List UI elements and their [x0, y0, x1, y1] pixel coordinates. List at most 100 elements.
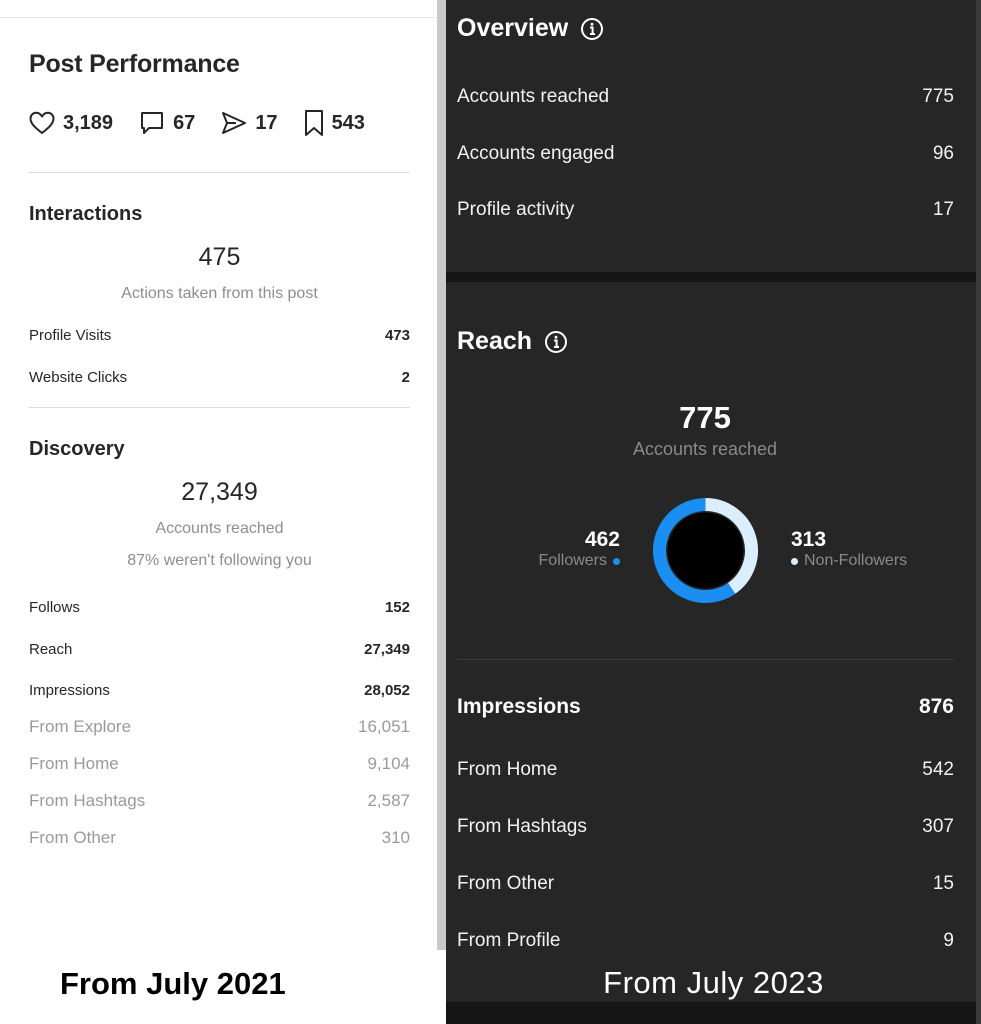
comments-count: 67 — [173, 111, 196, 134]
reach-total-block: 775 Accounts reached — [446, 400, 964, 460]
row-value: 28,052 — [364, 681, 410, 699]
follows-row: Follows 152 — [29, 596, 410, 618]
accounts-reached-row[interactable]: Accounts reached 775 — [457, 84, 954, 110]
followers-label: Followers — [538, 552, 607, 569]
row-label: From Explore — [29, 717, 132, 736]
from-hashtags-row: From Hashtags 2,587 — [29, 790, 410, 812]
top-divider — [0, 17, 440, 18]
non-followers-value: 313 — [791, 528, 827, 551]
info-icon[interactable] — [544, 330, 568, 354]
row-value: 473 — [384, 326, 410, 344]
row-label: Impressions — [457, 695, 581, 718]
likes-count: 3,189 — [63, 111, 114, 134]
divider — [29, 172, 410, 173]
info-icon[interactable] — [580, 17, 604, 41]
from-profile-row: From Profile 9 — [457, 928, 954, 954]
from-other-row: From Other 310 — [29, 827, 410, 849]
from-home-row: From Home 542 — [457, 757, 954, 783]
comments-stat: 67 — [139, 110, 195, 136]
row-label: Follows — [29, 598, 80, 616]
row-value: 2 — [401, 368, 410, 386]
post-performance-title: Post Performance — [29, 50, 240, 78]
row-label: Website Clicks — [29, 368, 128, 386]
row-value: 876 — [918, 695, 954, 718]
insights-2023-panel: Overview Accounts reached 775 Accounts e… — [446, 0, 981, 1024]
send-icon — [222, 112, 247, 134]
section-gap — [446, 272, 981, 282]
row-value: 17 — [932, 199, 954, 220]
donut-svg — [653, 498, 758, 603]
divider — [457, 659, 954, 660]
row-label: From Other — [457, 873, 555, 894]
profile-activity-row[interactable]: Profile activity 17 — [457, 197, 954, 223]
discovery-subtitle: Accounts reached — [155, 520, 284, 537]
followers-dot — [613, 557, 620, 565]
comment-icon — [141, 112, 164, 134]
non-followers-legend: 313 Non-Followers — [791, 528, 907, 570]
post-stats-row: 3,189 67 17 543 — [29, 108, 391, 138]
row-label: From Hashtags — [29, 791, 146, 810]
row-label: Accounts engaged — [457, 143, 615, 164]
divider — [29, 407, 410, 408]
row-value: 96 — [932, 143, 954, 164]
reach-heading: Reach — [457, 327, 568, 356]
row-value: 775 — [922, 86, 954, 107]
row-label: From Home — [457, 759, 558, 780]
donut-center — [667, 512, 744, 589]
row-label: From Hashtags — [457, 816, 587, 837]
discovery-heading: Discovery — [29, 438, 125, 460]
reach-donut-chart — [652, 497, 759, 604]
row-value: 9,104 — [367, 754, 410, 773]
interactions-heading: Interactions — [29, 203, 143, 225]
heart-icon — [29, 111, 55, 134]
likes-stat: 3,189 — [29, 111, 113, 135]
accounts-engaged-row[interactable]: Accounts engaged 96 — [457, 141, 954, 167]
shares-count: 17 — [255, 111, 278, 134]
row-value: 9 — [943, 930, 954, 951]
insights-2021-panel: Post Performance 3,189 67 17 543 Interac… — [0, 0, 446, 1024]
non-follower-note: 87% weren't following you — [127, 552, 312, 569]
overview-title: Overview — [457, 14, 569, 42]
row-value: 27,349 — [364, 640, 410, 658]
section-gap — [446, 1002, 981, 1024]
impressions-row[interactable]: Impressions 876 — [457, 694, 954, 720]
saves-stat: 543 — [304, 109, 365, 137]
caption-2021: From July 2021 — [60, 966, 286, 1001]
row-value: 2,587 — [367, 791, 410, 810]
followers-legend: 462 Followers — [534, 528, 620, 570]
row-label: Accounts reached — [457, 86, 610, 107]
row-value: 15 — [932, 873, 954, 894]
row-value: 307 — [922, 816, 954, 837]
shares-stat: 17 — [221, 111, 278, 135]
non-followers-label: Non-Followers — [804, 552, 908, 569]
interactions-subtitle: Actions taken from this post — [121, 285, 318, 302]
row-value: 310 — [381, 828, 410, 847]
website-clicks-row: Website Clicks 2 — [29, 366, 410, 388]
row-label: From Profile — [457, 930, 561, 951]
discovery-total: 27,349 — [181, 478, 258, 506]
from-home-row: From Home 9,104 — [29, 753, 410, 775]
followers-label-row: Followers — [534, 552, 620, 570]
non-followers-label-row: Non-Followers — [791, 552, 907, 570]
from-hashtags-row: From Hashtags 307 — [457, 814, 954, 840]
saves-count: 543 — [331, 111, 365, 134]
row-label: Impressions — [29, 681, 110, 699]
overview-heading: Overview — [457, 14, 604, 43]
reach-total: 775 — [679, 400, 731, 435]
row-value: 16,051 — [358, 717, 410, 736]
row-label: Profile activity — [457, 199, 575, 220]
row-value: 152 — [384, 598, 410, 616]
from-other-row: From Other 15 — [457, 871, 954, 897]
impressions-row: Impressions 28,052 — [29, 679, 410, 701]
panel-edge — [437, 0, 446, 950]
caption-2023: From July 2023 — [603, 965, 824, 1000]
scrollbar[interactable] — [976, 0, 981, 1024]
followers-value: 462 — [584, 528, 620, 551]
row-value: 542 — [922, 759, 954, 780]
interactions-total: 475 — [198, 243, 241, 271]
row-label: From Other — [29, 828, 116, 847]
reach-subtitle: Accounts reached — [632, 439, 778, 459]
from-explore-row: From Explore 16,051 — [29, 716, 410, 738]
bookmark-icon — [304, 110, 323, 136]
profile-visits-row: Profile Visits 473 — [29, 324, 410, 346]
